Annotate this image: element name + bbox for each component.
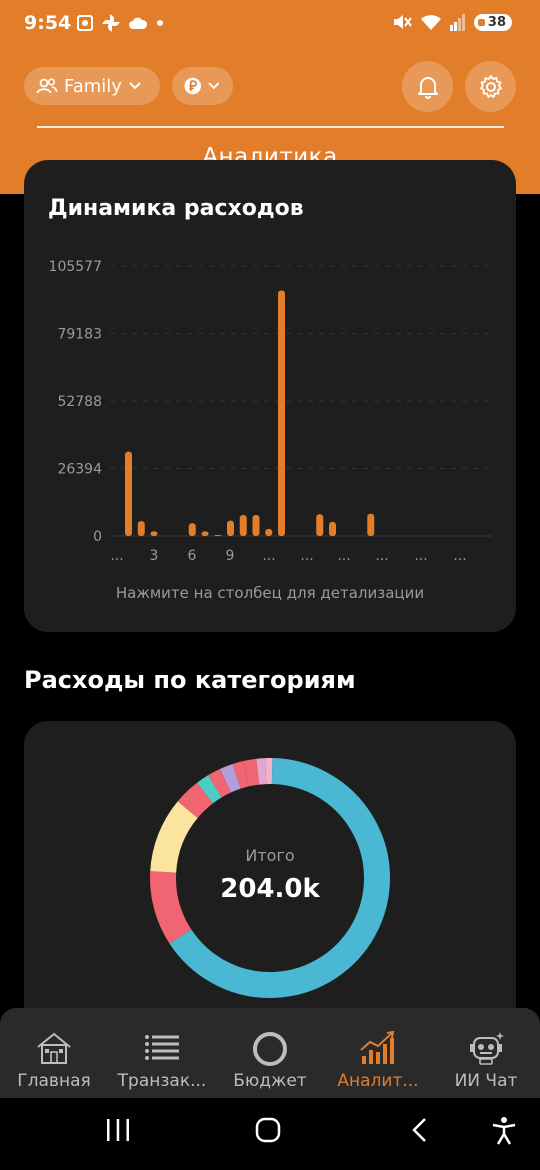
nav-label-analytics: Аналит... (337, 1071, 419, 1091)
status-bar: 9:54 38 (0, 0, 540, 50)
chevron-down-icon (129, 82, 141, 90)
y-tick-label: 79183 (57, 327, 102, 343)
x-tick-label: ... (337, 548, 350, 564)
nav-item-analytics[interactable]: Аналит... (324, 1008, 432, 1098)
donut-slice[interactable] (197, 775, 222, 804)
categories-section-title: Расходы по категориям (24, 666, 356, 694)
nav-label-ai-chat: ИИ Чат (454, 1071, 518, 1091)
donut-slice[interactable] (232, 761, 249, 789)
mute-icon (393, 15, 412, 29)
chart-bar[interactable] (150, 531, 158, 536)
analytics-icon (360, 1030, 395, 1064)
categories-card: Итого 204.0k (24, 721, 516, 1041)
donut-slice[interactable] (256, 758, 267, 785)
currency-selector[interactable] (172, 67, 233, 105)
chart-hint: Нажмите на столбец для детализации (115, 584, 425, 602)
chart-bar[interactable] (188, 523, 196, 536)
signal-icon (449, 14, 465, 31)
spending-card-title: Динамика расходов (48, 196, 304, 221)
nav-label-transactions: Транзак... (117, 1071, 207, 1091)
chart-bar[interactable] (137, 521, 145, 536)
header-divider (37, 126, 504, 128)
donut-total-label: Итого (245, 846, 295, 865)
people-icon (36, 78, 58, 94)
notifications-button[interactable] (402, 61, 453, 112)
donut-slice[interactable] (243, 758, 260, 787)
family-label: Family (64, 75, 122, 97)
robot-icon (470, 1032, 504, 1065)
chart-bar[interactable] (329, 521, 336, 536)
nav-label-home: Главная (17, 1071, 91, 1091)
x-tick-label: ... (375, 548, 388, 564)
chart-bar[interactable] (201, 531, 209, 536)
ring-icon (253, 1032, 287, 1066)
donut-total-value: 204.0k (220, 874, 320, 904)
x-tick-label: ... (453, 548, 466, 564)
chart-bar[interactable] (252, 515, 260, 536)
chart-bar[interactable] (278, 290, 285, 536)
screenshot-icon (77, 15, 93, 31)
pinwheel-icon (102, 14, 120, 32)
x-tick-label: 9 (226, 548, 235, 564)
chart-bar[interactable] (214, 534, 222, 536)
nav-label-budget: Бюджет (233, 1071, 307, 1091)
x-tick-label: 3 (150, 548, 159, 564)
spending-bar-chart[interactable]: 105577 79183 52788 26394 0... 3 6 9............… (24, 160, 516, 580)
status-system-icons: 38 (392, 13, 512, 31)
accessibility-icon[interactable] (490, 1116, 518, 1146)
chart-bar[interactable] (125, 451, 132, 536)
ruble-icon (184, 77, 201, 95)
chart-bar[interactable] (316, 514, 324, 536)
status-notification-icons (76, 14, 164, 32)
nav-item-home[interactable]: Главная (0, 1008, 108, 1098)
x-tick-label: ... (262, 548, 275, 564)
nav-item-transactions[interactable]: Транзак... (108, 1008, 216, 1098)
x-tick-label: ... (110, 548, 123, 564)
dot-icon (157, 20, 163, 26)
family-selector[interactable]: Family (24, 67, 160, 105)
home-button-icon[interactable] (254, 1116, 282, 1144)
x-tick-label: ... (414, 548, 427, 564)
x-tick-label: 6 (188, 548, 197, 564)
cloud-icon (129, 17, 148, 29)
chart-bar[interactable] (265, 528, 273, 536)
battery-indicator: 38 (473, 13, 512, 31)
donut-slice[interactable] (177, 782, 214, 819)
chevron-down-icon (208, 82, 220, 90)
bottom-navigation: Главная Транзак... Бюджет Аналит... ИИ Ч… (0, 1008, 540, 1098)
y-tick-label: 52788 (57, 394, 102, 410)
donut-slice[interactable] (220, 763, 241, 793)
donut-slice[interactable] (208, 768, 232, 798)
home-icon (37, 1032, 71, 1064)
y-tick-label: 26394 (57, 462, 102, 478)
wifi-icon (420, 15, 441, 30)
settings-button[interactable] (465, 61, 516, 112)
gear-icon (479, 74, 502, 98)
list-icon (145, 1035, 179, 1060)
nav-item-budget[interactable]: Бюджет (216, 1008, 324, 1098)
chart-bar[interactable] (367, 513, 375, 536)
nav-item-ai-chat[interactable]: ИИ Чат (432, 1008, 540, 1098)
status-time: 9:54 (24, 12, 72, 34)
recent-apps-icon[interactable] (104, 1116, 132, 1144)
chart-bar[interactable] (227, 520, 234, 536)
y-tick-label: 0 (93, 529, 102, 545)
y-tick-label: 105577 (49, 259, 102, 275)
chart-bar[interactable] (239, 515, 247, 536)
system-navigation-bar (0, 1098, 540, 1170)
x-tick-label: ... (300, 548, 313, 564)
spending-dynamics-card: 105577 79183 52788 26394 0... 3 6 9............… (24, 160, 516, 632)
back-icon[interactable] (406, 1116, 434, 1144)
bell-icon (417, 76, 438, 99)
